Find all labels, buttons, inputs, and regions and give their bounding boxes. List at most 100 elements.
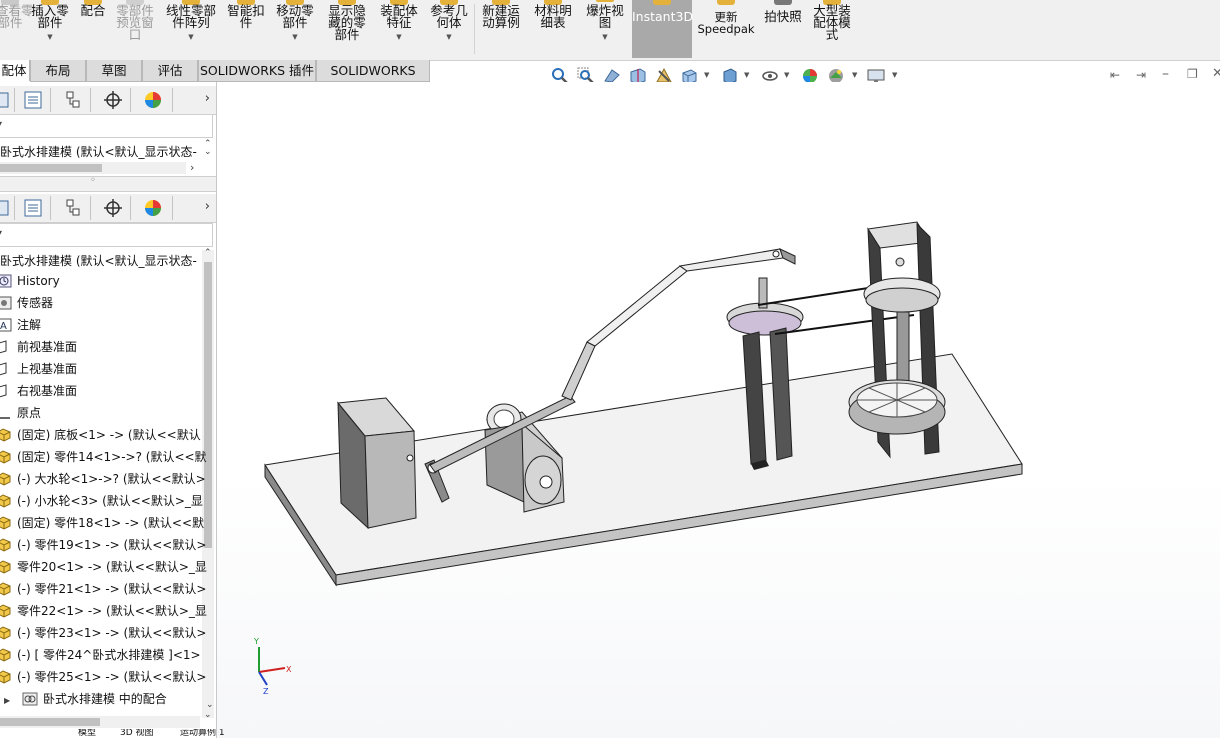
panel-expand-right-icon[interactable]: ⇥ [1136,68,1146,82]
tree-item-component[interactable]: 零件22<1> -> (默认<<默认>_显 [0,601,207,621]
minimize-icon[interactable]: – [1162,66,1169,82]
dropdown-arrow-icon[interactable]: ▼ [426,31,472,43]
feature-manager-icon[interactable] [0,89,12,111]
tab-evaluate[interactable]: 评估 [142,60,198,82]
tree-item-component[interactable]: (-) [ 零件24^卧式水排建模 ]<1> [0,645,201,665]
view-parts-button[interactable]: 查看零 部件 [0,0,34,58]
tree-item-component[interactable]: (-) 零件25<1> -> (默认<<默认> [0,667,206,687]
chevron-down-icon[interactable]: ▼ [744,71,749,79]
display-manager-icon[interactable] [142,197,164,219]
assembly-model[interactable]: Y X Z [217,82,1220,738]
filter-dropdown-icon[interactable]: ▾ [0,119,2,128]
dropdown-arrow-icon[interactable]: ▼ [28,31,72,43]
tree-item-component[interactable]: (-) 大水轮<1>->? (默认<<默认> [0,469,206,489]
tab-3d-views[interactable]: 3D 视图 [120,729,154,736]
bill-of-materials-button[interactable]: 材料明 细表 [530,0,576,58]
move-component-button[interactable]: 移动零 部件 ▼ [272,0,318,58]
tree-item[interactable]: History [0,271,60,291]
feature-manager-panel: › ▾ 卧式水排建模 (默认<默认_显示状态- ⌃ ⌄ › ◦ › ▾ 卧式水排建… [0,82,217,738]
dropdown-arrow-icon[interactable]: ▼ [162,31,220,43]
tree-item-component[interactable]: (-) 小水轮<3> (默认<<默认>_显 [0,491,203,511]
scroll-up-icon[interactable]: ⌃ [204,248,212,258]
chevron-down-icon[interactable]: ▼ [852,71,857,79]
tree-item-component[interactable]: (-) 零件19<1> -> (默认<<默认> [0,535,206,555]
split-bar[interactable]: ◦ [0,175,216,192]
tree-item[interactable]: 上视基准面 [0,359,77,379]
component-preview-button[interactable]: 零部件 预览窗 口 [112,0,158,58]
tab-sketch[interactable]: 草图 [86,60,142,82]
configuration-manager-icon[interactable] [62,197,84,219]
exploded-view-button[interactable]: 爆炸视 图 ▼ [582,0,628,58]
feature-manager-icon[interactable] [0,197,12,219]
filter-dropdown-icon[interactable]: ▾ [0,228,2,237]
instant3d-button[interactable]: Instant3D [632,0,693,58]
tree-item-component[interactable]: (-) 零件23<1> -> (默认<<默认> [0,623,206,643]
chevron-right-icon[interactable]: › [205,91,210,106]
tab-solidworks-addins[interactable]: SOLIDWORKS 插件 [198,60,316,82]
tree-item-component[interactable]: (固定) 零件18<1> -> (默认<<默 [0,513,204,533]
mate-button[interactable]: 配合 [76,0,110,58]
property-manager-icon[interactable] [22,89,44,111]
filter-input[interactable]: ▾ [0,223,213,247]
tab-layout[interactable]: 布局 [30,60,86,82]
scroll-down-icon[interactable]: ⌄ [204,710,212,720]
linear-pattern-button[interactable]: 线性零部 件阵列 ▼ [162,0,220,58]
tree-item[interactable]: 前视基准面 [0,337,77,357]
reference-geometry-button[interactable]: 参考几 何体 ▼ [426,0,472,58]
tree-item[interactable]: A 注解 [0,315,41,335]
tree-item[interactable]: 原点 [0,403,41,423]
scrollbar-thumb[interactable] [0,164,102,172]
panel-collapse-left-icon[interactable]: ⇤ [1110,68,1120,82]
chevron-down-icon[interactable]: ▼ [704,71,709,79]
new-motion-study-button[interactable]: 新建运 动算例 [478,0,524,58]
tree-item[interactable]: 传感器 [0,293,53,313]
mates-folder[interactable]: ▶ 卧式水排建模 中的配合 [4,689,167,709]
close-icon[interactable]: ✕ [1212,66,1220,81]
tab-assembly[interactable]: 配体 [0,60,30,81]
tree-item-component[interactable]: (固定) 零件14<1>->? (默认<<默 [0,447,207,467]
take-snapshot-button[interactable]: 拍快照 [760,0,806,58]
graphics-area[interactable]: Y X Z [217,82,1220,738]
show-hidden-components-button[interactable]: 显示隐 藏的零 部件 [324,0,370,58]
tree-item-label: 注解 [17,318,42,332]
update-speedpak-button[interactable]: 更新 Speedpak [696,0,756,58]
property-manager-icon[interactable] [22,197,44,219]
horizontal-scrollbar-bottom[interactable] [0,716,200,728]
dimxpert-manager-icon[interactable] [102,89,124,111]
expand-arrow-icon[interactable]: ▶ [4,696,10,705]
tab-solidworks-mbd[interactable]: SOLIDWORKS MBD [316,60,430,99]
chevron-down-icon[interactable]: ▼ [784,71,789,79]
splitter-handle-icon[interactable]: ◦ [90,175,96,186]
display-manager-icon[interactable] [142,89,164,111]
tab-model[interactable]: 模型 [78,729,96,736]
large-assembly-mode-button[interactable]: 大型装 配体模 式 [808,0,856,58]
restore-icon[interactable]: ❐ [1187,67,1198,81]
filter-input-top[interactable]: ▾ [0,114,213,138]
scrollbar-thumb[interactable] [204,262,212,548]
spin-updown-icon[interactable]: ⌃ ⌄ [204,140,212,157]
assembly-features-button[interactable]: 装配体 特征 ▼ [376,0,422,58]
tab-divider [50,196,51,220]
tab-motion-study[interactable]: 运动算例 1 [180,729,225,736]
tree-item-component[interactable]: (-) 零件21<1> -> (默认<<默认> [0,579,206,599]
chevron-right-icon[interactable]: › [190,161,194,174]
speedpak-icon [717,0,735,5]
configuration-manager-icon[interactable] [62,89,84,111]
smart-fasteners-button[interactable]: 智能扣 件 [224,0,268,58]
dropdown-arrow-icon[interactable]: ▼ [376,31,422,43]
assembly-root-title[interactable]: 卧式水排建模 (默认<默认_显示状态- [0,252,197,269]
horizontal-scrollbar[interactable] [0,162,186,174]
insert-component-button[interactable]: 插入零 部件 ▼ [28,0,72,58]
dimxpert-manager-icon[interactable] [102,197,124,219]
origin-icon [0,417,10,419]
chevron-right-icon[interactable]: › [205,199,210,214]
dropdown-arrow-icon[interactable]: ▼ [272,31,318,43]
chevron-down-icon[interactable]: ▼ [892,71,897,79]
tree-item[interactable]: 右视基准面 [0,381,77,401]
configuration-title-top[interactable]: 卧式水排建模 (默认<默认_显示状态- [0,143,197,160]
tree-item-component[interactable]: (固定) 底板<1> -> (默认<<默认 [0,425,201,445]
scrollbar-thumb[interactable] [0,718,100,726]
tree-item-component[interactable]: 零件20<1> -> (默认<<默认>_显 [0,557,207,577]
scroll-down-icon[interactable]: ⌄ [206,700,214,710]
dropdown-arrow-icon[interactable]: ▼ [582,31,628,43]
